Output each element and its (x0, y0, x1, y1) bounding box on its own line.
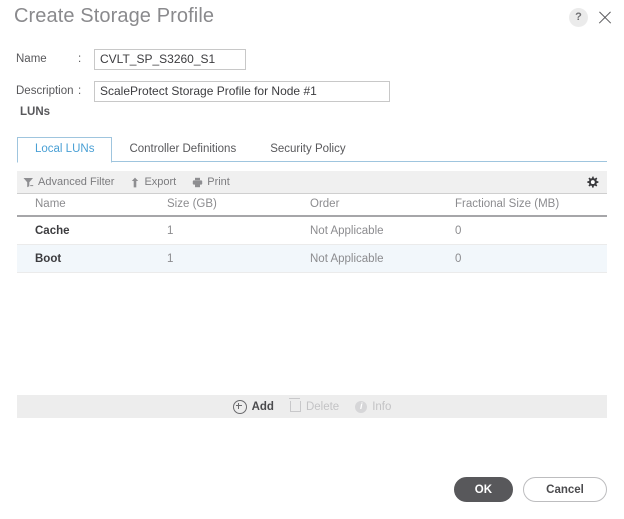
export-label: Export (144, 176, 177, 188)
name-input[interactable] (94, 48, 246, 70)
cell-order: Not Applicable (310, 224, 384, 237)
titlebar-actions: ? (569, 8, 614, 27)
table-action-bar: Add Delete i Info (17, 395, 607, 418)
cell-name: Cache (35, 224, 70, 237)
info-icon: i (355, 400, 368, 413)
description-input[interactable] (94, 80, 390, 102)
column-header-name: Name (35, 198, 66, 210)
description-field-row: Description : (0, 80, 624, 102)
description-separator: : (78, 85, 82, 97)
ok-button[interactable]: OK (453, 477, 513, 502)
help-icon[interactable]: ? (569, 8, 588, 27)
gear-icon[interactable] (586, 175, 607, 189)
dialog-titlebar: Create Storage Profile ? (0, 0, 624, 40)
cell-name: Boot (35, 252, 62, 265)
print-button[interactable]: Print (184, 171, 238, 193)
cancel-button[interactable]: Cancel (523, 477, 607, 502)
column-header-fractional-size: Fractional Size (MB) (455, 198, 560, 210)
form-area: Name : Description : (0, 48, 624, 112)
column-header-order: Order (310, 198, 340, 210)
close-icon[interactable] (596, 9, 614, 27)
print-icon (192, 177, 203, 188)
trash-icon (288, 398, 301, 412)
add-label: Add (251, 400, 274, 413)
cell-fractional-size: 0 (455, 224, 462, 237)
tab-controller-definitions[interactable]: Controller Definitions (112, 138, 253, 162)
table-header-row: Name Size (GB) Order Fractional Size (MB… (17, 193, 607, 217)
table-toolbar: Advanced Filter Export Print (17, 171, 607, 194)
column-header-size: Size (GB) (167, 198, 217, 210)
dialog-footer: OK Cancel (453, 477, 607, 502)
export-button[interactable]: Export (122, 171, 184, 193)
filter-icon (23, 177, 34, 188)
tab-security-policy[interactable]: Security Policy (253, 138, 362, 162)
luns-table: Name Size (GB) Order Fractional Size (MB… (17, 193, 607, 273)
name-separator: : (78, 53, 82, 65)
name-label: Name (16, 53, 47, 65)
cell-order: Not Applicable (310, 252, 384, 265)
luns-section-label: LUNs (20, 106, 51, 118)
tab-bar: Local LUNs Controller Definitions Securi… (17, 137, 607, 163)
table-row[interactable]: Boot 1 Not Applicable 0 (17, 245, 607, 273)
cell-fractional-size: 0 (455, 252, 462, 265)
add-icon (232, 399, 247, 414)
delete-button: Delete (288, 398, 340, 413)
delete-label: Delete (305, 400, 340, 413)
tab-local-luns[interactable]: Local LUNs (17, 137, 113, 163)
cell-size: 1 (167, 224, 174, 237)
advanced-filter-button[interactable]: Advanced Filter (17, 171, 122, 193)
info-label: Info (372, 400, 392, 413)
advanced-filter-label: Advanced Filter (38, 176, 115, 188)
add-button[interactable]: Add (232, 399, 274, 414)
table-row[interactable]: Cache 1 Not Applicable 0 (17, 217, 607, 245)
export-icon (130, 177, 140, 188)
name-field-row: Name : (0, 48, 624, 70)
page-title: Create Storage Profile (14, 5, 215, 27)
cell-size: 1 (167, 252, 174, 265)
info-button: i Info (355, 400, 392, 413)
description-label: Description (16, 85, 74, 97)
print-label: Print (207, 176, 230, 188)
